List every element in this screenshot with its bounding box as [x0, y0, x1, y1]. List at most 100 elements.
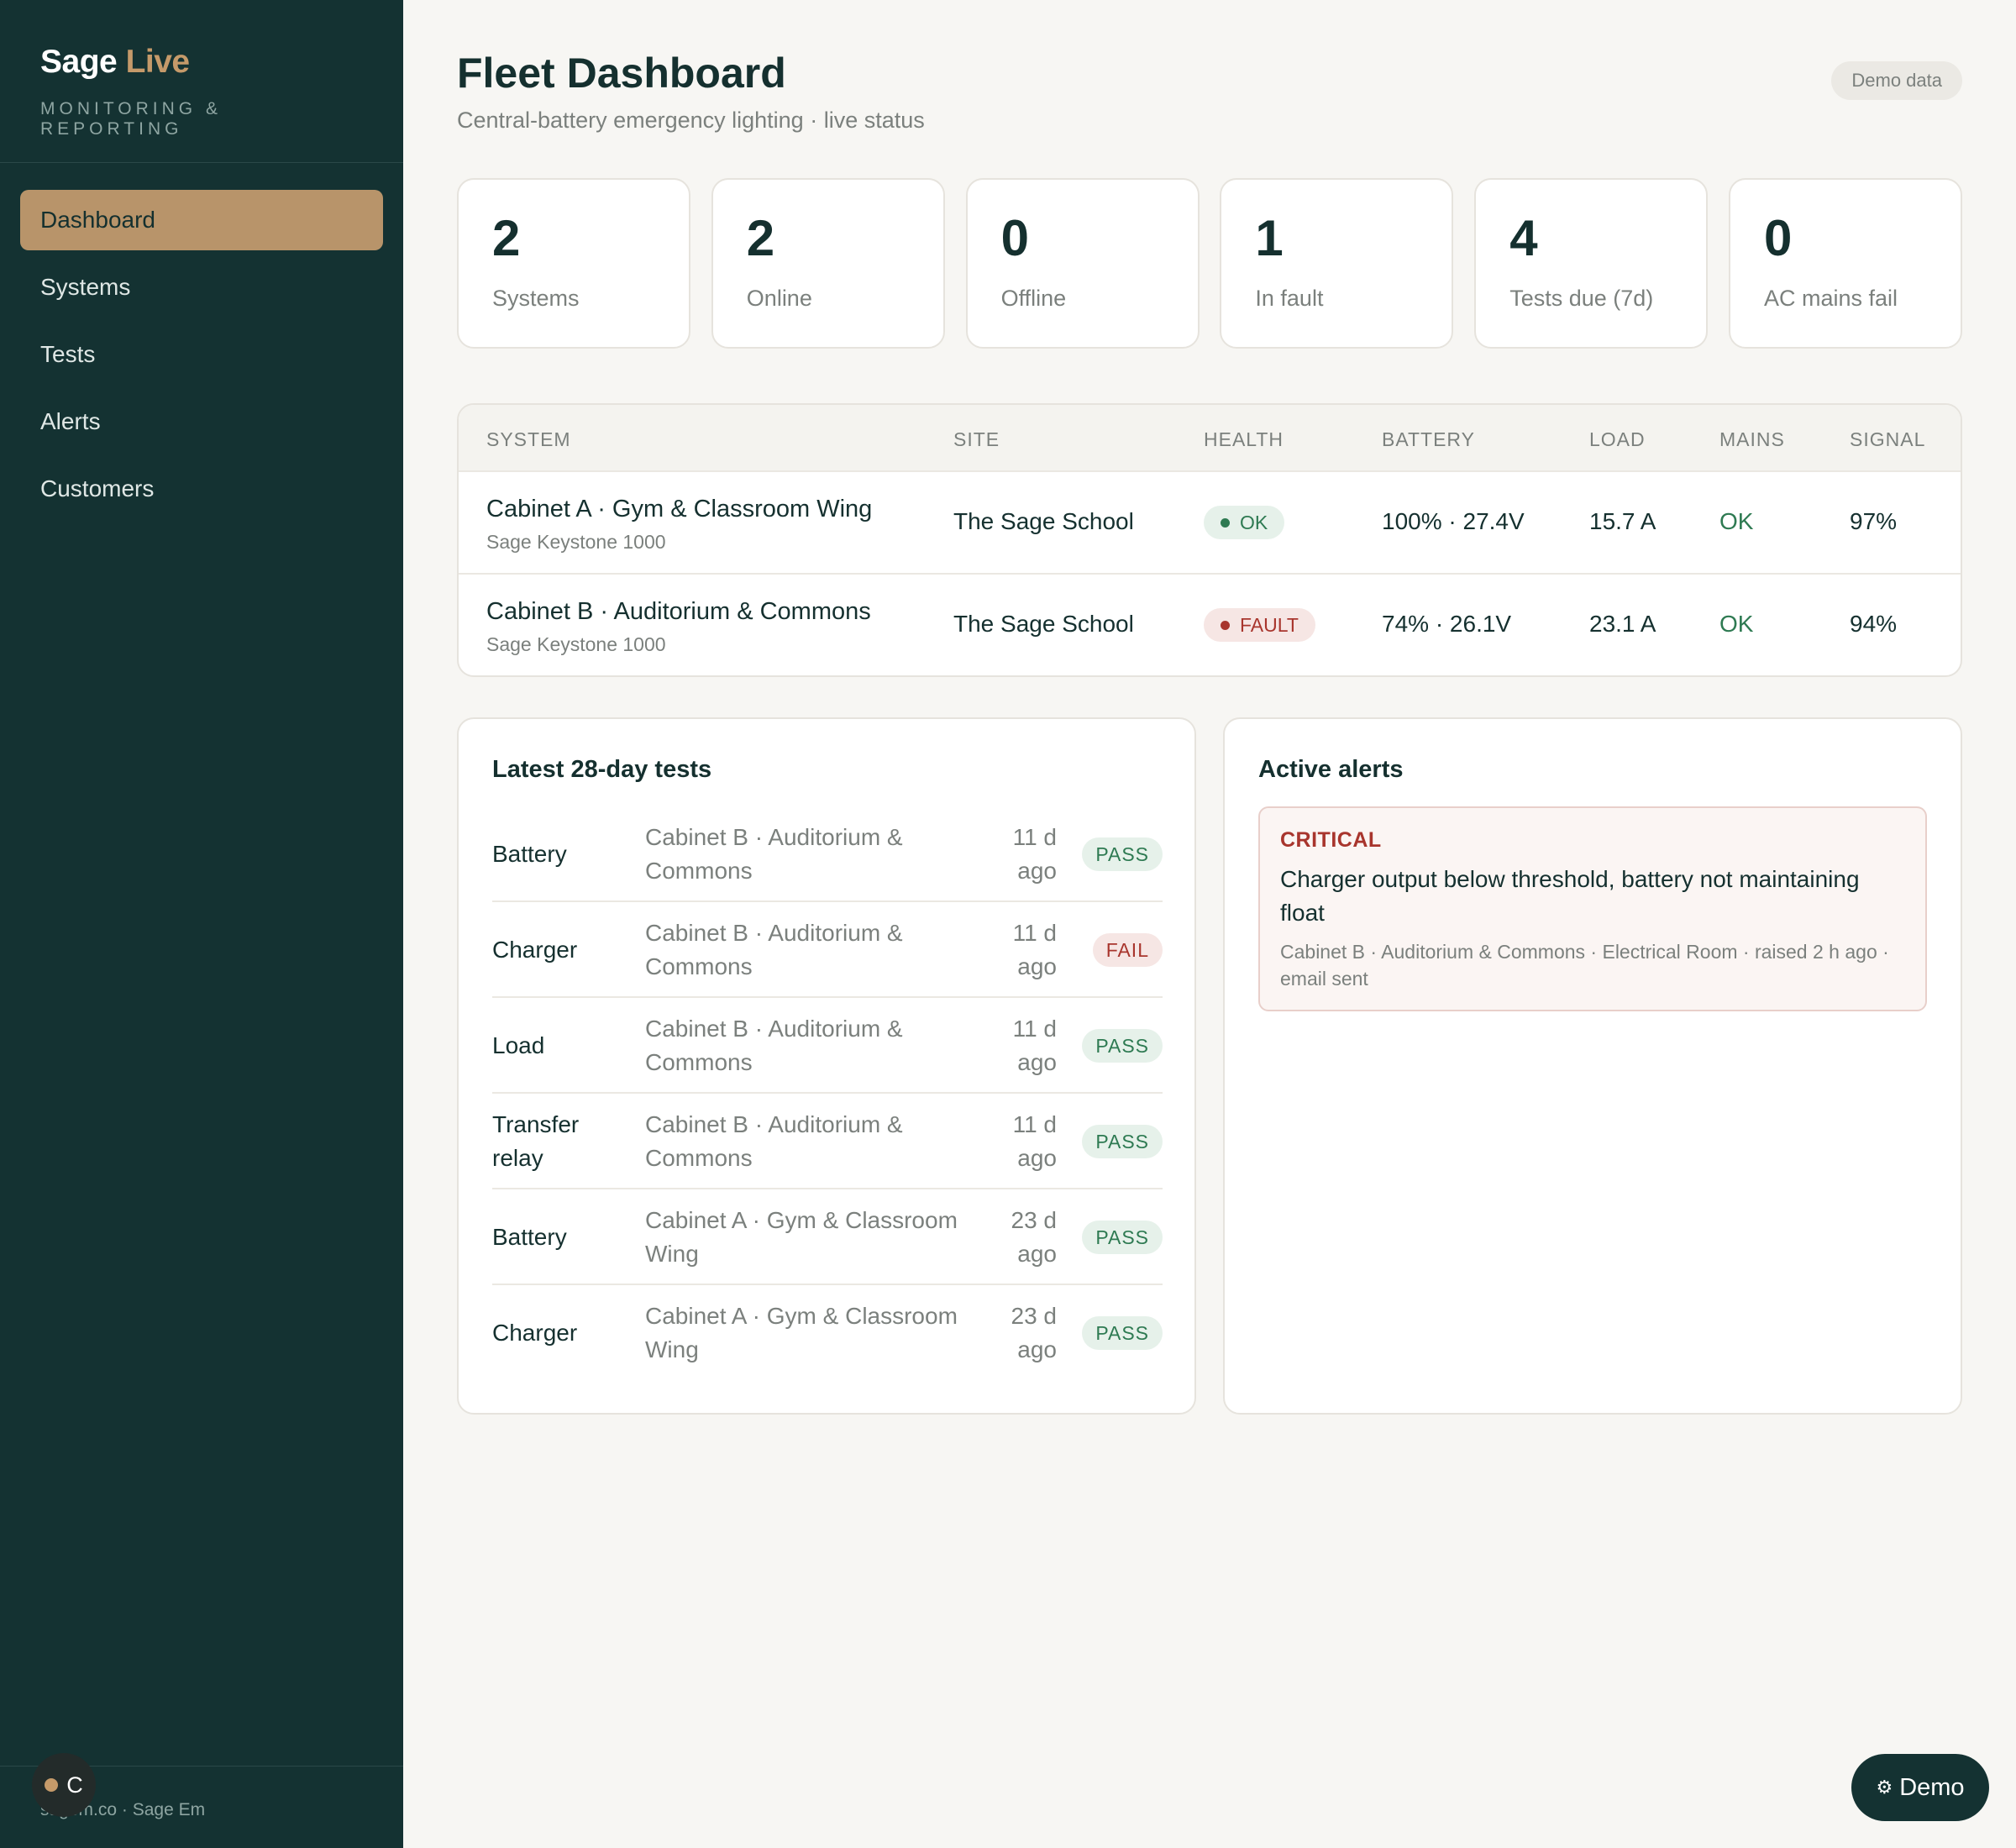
- system-name[interactable]: Cabinet B · Auditorium & Commons: [486, 598, 871, 626]
- column-header-battery[interactable]: BATTERY: [1382, 428, 1475, 451]
- table-row[interactable]: Cabinet A · Gym & Classroom Wing Sage Ke…: [459, 472, 1961, 575]
- sidebar-item-alerts[interactable]: Alerts: [20, 391, 383, 452]
- brand: Sage Live MONITORING & REPORTING: [0, 0, 403, 163]
- test-time: 23 d ago: [1011, 1207, 1058, 1267]
- list-item[interactable]: Charger Cabinet A · Gym & Classroom Wing…: [492, 1285, 1163, 1381]
- page-subtitle: Central-battery emergency lighting · liv…: [457, 108, 925, 133]
- test-system: Cabinet B · Auditorium & Commons: [645, 1016, 903, 1075]
- table-row[interactable]: Cabinet B · Auditorium & Commons Sage Ke…: [459, 575, 1961, 675]
- stat-label: Systems: [492, 286, 580, 311]
- column-header-system[interactable]: SYSTEM: [486, 428, 571, 451]
- list-item[interactable]: Battery Cabinet A · Gym & Classroom Wing…: [492, 1189, 1163, 1285]
- stat-label: Tests due (7d): [1509, 286, 1654, 311]
- active-alerts-panel: Active alerts CRITICAL Charger output be…: [1223, 717, 1962, 1415]
- systems-table: SYSTEM SITE HEALTH BATTERY LOAD MAINS SI…: [457, 403, 1962, 677]
- sidebar-item-customers[interactable]: Customers: [20, 459, 383, 519]
- test-type: Battery: [492, 1224, 567, 1250]
- column-header-mains[interactable]: MAINS: [1719, 428, 1785, 451]
- test-result-badge: PASS: [1082, 1221, 1163, 1254]
- test-result-badge: PASS: [1082, 1316, 1163, 1350]
- page-title: Fleet Dashboard: [457, 50, 786, 97]
- list-item[interactable]: Battery Cabinet B · Auditorium & Commons…: [492, 806, 1163, 902]
- stat-value: 0: [1763, 210, 1793, 266]
- stat-label: AC mains fail: [1763, 286, 1898, 311]
- stat-value: 2: [492, 210, 521, 266]
- panel-title: Active alerts: [1258, 756, 1404, 783]
- battery-value: 74% · 26.1V: [1382, 611, 1512, 637]
- test-type: Transfer relay: [492, 1111, 580, 1171]
- stat-label: Offline: [1000, 286, 1067, 311]
- test-system: Cabinet A · Gym & Classroom Wing: [645, 1303, 958, 1362]
- list-item[interactable]: Load Cabinet B · Auditorium & Commons 11…: [492, 998, 1163, 1094]
- stat-card-tests-due: 4 Tests due (7d): [1474, 178, 1709, 349]
- load-value: 15.7 A: [1589, 508, 1656, 534]
- list-item[interactable]: Transfer relay Cabinet B · Auditorium & …: [492, 1094, 1163, 1189]
- stat-value: 4: [1509, 210, 1538, 266]
- gear-icon: ⚙: [1876, 1777, 1893, 1798]
- signal-value: 94%: [1850, 611, 1898, 637]
- stat-card-systems: 2 Systems: [457, 178, 690, 349]
- demo-data-badge: Demo data: [1831, 61, 1962, 100]
- sidebar-item-systems[interactable]: Systems: [20, 257, 383, 318]
- test-system: Cabinet B · Auditorium & Commons: [645, 1111, 903, 1171]
- test-time: 23 d ago: [1011, 1303, 1058, 1362]
- test-time: 11 d ago: [1012, 1111, 1057, 1171]
- stat-value: 2: [746, 210, 775, 266]
- system-model: Sage Keystone 1000: [486, 531, 666, 553]
- avatar[interactable]: C: [32, 1753, 96, 1817]
- column-header-health[interactable]: HEALTH: [1204, 428, 1284, 451]
- test-time: 11 d ago: [1012, 920, 1057, 979]
- test-system: Cabinet A · Gym & Classroom Wing: [645, 1207, 958, 1267]
- stat-card-in-fault: 1 In fault: [1220, 178, 1454, 349]
- alert-severity: CRITICAL: [1280, 828, 1382, 852]
- alert-card[interactable]: CRITICAL Charger output below threshold,…: [1258, 806, 1927, 1011]
- stat-value: 1: [1255, 210, 1284, 266]
- health-badge: OK: [1204, 506, 1285, 539]
- system-model: Sage Keystone 1000: [486, 633, 666, 655]
- sidebar: Sage Live MONITORING & REPORTING Dashboa…: [0, 0, 403, 1848]
- stat-card-ac-mains-fail: 0 AC mains fail: [1728, 178, 1962, 349]
- column-header-signal[interactable]: SIGNAL: [1850, 428, 1925, 451]
- test-result-badge: FAIL: [1092, 933, 1163, 967]
- sidebar-item-tests[interactable]: Tests: [20, 324, 383, 385]
- test-result-badge: PASS: [1082, 1125, 1163, 1158]
- stat-label: Online: [746, 286, 812, 311]
- alert-meta: Cabinet B · Auditorium & Commons · Elect…: [1280, 941, 1889, 990]
- panel-title: Latest 28-day tests: [492, 756, 712, 783]
- mains-value: OK: [1719, 508, 1754, 534]
- test-type: Charger: [492, 1320, 578, 1346]
- demo-button-label: Demo: [1899, 1773, 1965, 1801]
- column-header-site[interactable]: SITE: [953, 428, 1000, 451]
- avatar-letter: C: [66, 1772, 83, 1798]
- sidebar-nav: Dashboard Systems Tests Alerts Customers: [0, 163, 403, 519]
- test-result-badge: PASS: [1082, 837, 1163, 871]
- brand-subtitle: MONITORING & REPORTING: [40, 99, 222, 139]
- test-type: Charger: [492, 937, 578, 963]
- system-name[interactable]: Cabinet A · Gym & Classroom Wing: [486, 496, 872, 523]
- test-result-badge: PASS: [1082, 1029, 1163, 1063]
- battery-value: 100% · 27.4V: [1382, 508, 1525, 534]
- test-time: 11 d ago: [1012, 824, 1057, 884]
- stat-card-offline: 0 Offline: [965, 178, 1200, 349]
- test-type: Load: [492, 1032, 545, 1058]
- stat-value: 0: [1000, 210, 1029, 266]
- sidebar-item-dashboard[interactable]: Dashboard: [20, 190, 383, 250]
- brand-name: Sage: [40, 44, 118, 80]
- list-item[interactable]: Charger Cabinet B · Auditorium & Commons…: [492, 902, 1163, 998]
- brand-accent: Live: [125, 44, 191, 80]
- test-system: Cabinet B · Auditorium & Commons: [645, 824, 903, 884]
- health-label: FAULT: [1240, 613, 1299, 636]
- brand-title[interactable]: Sage Live: [40, 44, 363, 81]
- health-badge: FAULT: [1204, 608, 1315, 642]
- test-type: Battery: [492, 841, 567, 867]
- signal-value: 97%: [1850, 508, 1898, 534]
- column-header-load[interactable]: LOAD: [1589, 428, 1646, 451]
- stats-row: 2 Systems 2 Online 0 Offline 1 In fault …: [457, 178, 1962, 349]
- test-time: 11 d ago: [1012, 1016, 1057, 1075]
- stat-label: In fault: [1255, 286, 1324, 311]
- tests-list: Battery Cabinet B · Auditorium & Commons…: [492, 806, 1163, 1381]
- status-dot-icon: [1221, 620, 1230, 630]
- status-dot-icon: [1221, 517, 1230, 528]
- status-dot-icon: [45, 1778, 59, 1792]
- demo-button[interactable]: ⚙ Demo: [1851, 1754, 1989, 1821]
